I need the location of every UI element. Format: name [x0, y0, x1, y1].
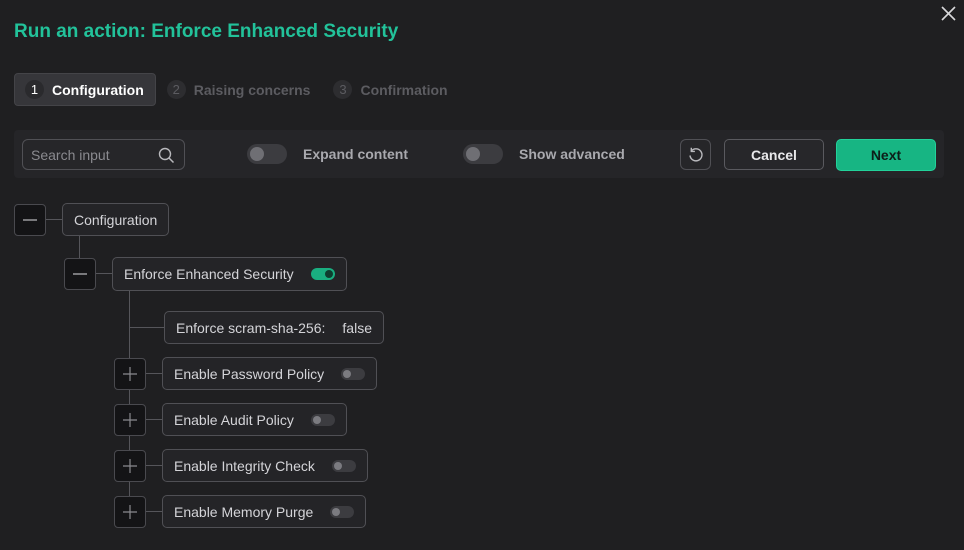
expand-button[interactable]	[114, 496, 146, 528]
close-button[interactable]	[938, 4, 958, 24]
search-input[interactable]	[31, 146, 155, 163]
minus-icon	[73, 273, 87, 275]
tree-node-enforce-enhanced-security[interactable]: Enforce Enhanced Security	[112, 257, 347, 291]
plus-icon	[123, 459, 137, 473]
next-button[interactable]: Next	[836, 139, 936, 171]
password-policy-toggle[interactable]	[341, 367, 366, 380]
close-icon	[941, 6, 956, 21]
plus-icon	[123, 505, 137, 519]
plus-icon	[123, 413, 137, 427]
tree-connector	[46, 219, 62, 220]
tree-node-configuration[interactable]: Configuration	[62, 203, 170, 236]
reset-icon	[688, 147, 703, 161]
tree-node-scram-param[interactable]: Enforce scram-sha-256: false	[164, 311, 384, 344]
node-label: Configuration	[74, 211, 158, 228]
expand-content-label: Expand content	[303, 146, 409, 162]
step-number: 3	[333, 80, 353, 99]
search-box	[22, 139, 185, 170]
toolbar: Expand content Show advanced Cancel Next	[14, 130, 944, 178]
integrity-check-toggle[interactable]	[331, 459, 356, 472]
node-label: Enforce Enhanced Security	[124, 266, 294, 282]
collapse-button[interactable]	[14, 204, 46, 236]
memory-purge-toggle[interactable]	[330, 505, 355, 518]
node-label: Enable Audit Policy	[174, 411, 294, 428]
step-number: 1	[25, 80, 44, 99]
tree-connector	[130, 327, 164, 328]
tree-connector	[79, 236, 80, 258]
tree-node-integrity-check[interactable]: Enable Integrity Check	[162, 449, 368, 482]
plus-icon	[123, 367, 137, 381]
step-configuration[interactable]: 1 Configuration	[14, 73, 156, 106]
expand-button[interactable]	[114, 404, 146, 436]
step-label: Confirmation	[360, 81, 448, 98]
tree-connector	[146, 465, 162, 466]
cancel-button[interactable]: Cancel	[724, 139, 824, 170]
show-advanced-label: Show advanced	[519, 146, 625, 162]
tree-connector	[146, 419, 162, 420]
dialog-title: Run an action: Enforce Enhanced Security	[14, 21, 399, 42]
reset-button[interactable]	[680, 139, 711, 170]
node-label: Enable Integrity Check	[174, 457, 315, 474]
tree-node-memory-purge[interactable]: Enable Memory Purge	[162, 495, 367, 528]
show-advanced-control: Show advanced	[463, 144, 625, 164]
tree-node-audit-policy[interactable]: Enable Audit Policy	[162, 403, 347, 436]
node-label: Enable Memory Purge	[174, 503, 314, 520]
expand-button[interactable]	[114, 358, 146, 390]
step-label: Raising concerns	[193, 81, 311, 98]
audit-policy-toggle[interactable]	[310, 413, 335, 426]
expand-content-toggle[interactable]	[247, 144, 287, 164]
collapse-button[interactable]	[64, 258, 96, 290]
step-label: Configuration	[52, 81, 144, 98]
tree-connector	[96, 273, 112, 274]
param-value: false	[342, 319, 372, 336]
search-icon[interactable]	[158, 147, 175, 164]
step-number: 2	[166, 80, 186, 99]
param-label: Enforce scram-sha-256:	[176, 319, 326, 336]
show-advanced-toggle[interactable]	[463, 144, 503, 164]
expand-button[interactable]	[114, 450, 146, 482]
step-raising-concerns[interactable]: 2 Raising concerns	[156, 73, 323, 106]
expand-content-control: Expand content	[247, 144, 408, 164]
tree-connector	[146, 373, 162, 374]
step-confirmation[interactable]: 3 Confirmation	[322, 73, 459, 106]
stepper: 1 Configuration 2 Raising concerns 3 Con…	[14, 73, 460, 106]
tree-node-password-policy[interactable]: Enable Password Policy	[162, 357, 378, 390]
tree-connector	[146, 511, 162, 512]
minus-icon	[23, 219, 37, 221]
enforce-enhanced-security-toggle[interactable]	[310, 268, 335, 280]
node-label: Enable Password Policy	[174, 365, 325, 382]
